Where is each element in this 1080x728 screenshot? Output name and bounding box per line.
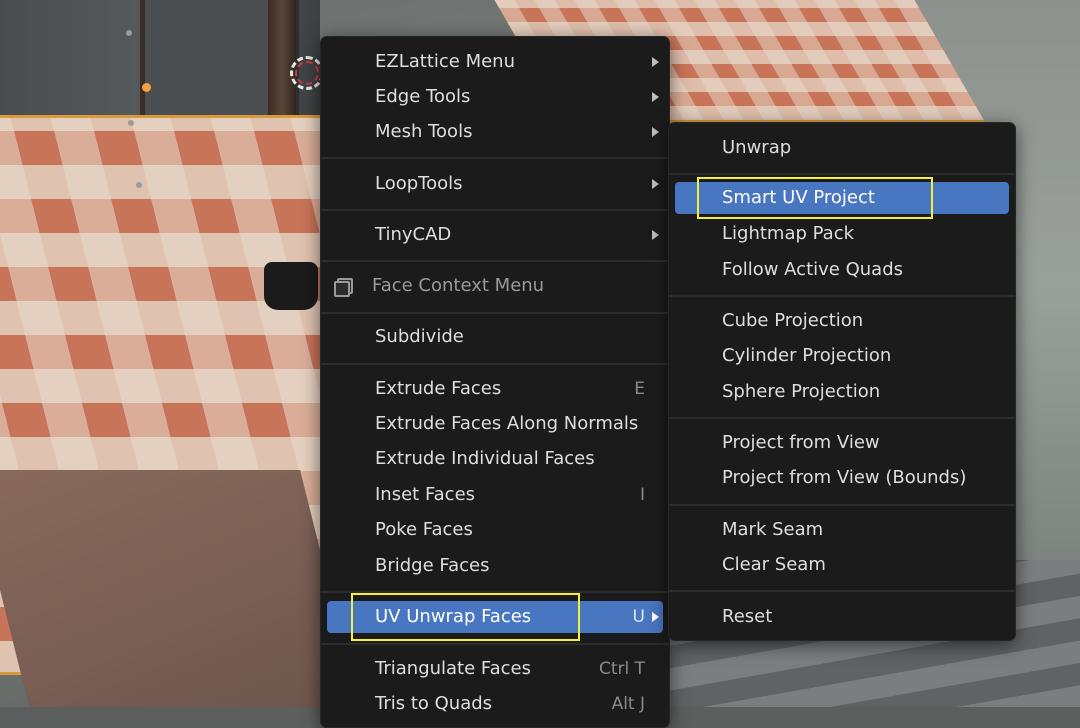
submenu-item-project-from-view-bounds[interactable]: Project from View (Bounds) <box>669 461 1015 495</box>
furniture-foot <box>264 262 318 310</box>
menu-item-label: Poke Faces <box>375 519 473 540</box>
menu-item-label: Sphere Projection <box>722 381 881 402</box>
menu-item-label: Cylinder Projection <box>722 345 892 366</box>
menu-separator <box>669 173 1015 175</box>
3d-cursor-icon <box>290 56 324 90</box>
menu-item-label: Extrude Faces <box>375 378 502 399</box>
menu-separator <box>321 312 669 314</box>
menu-item-label: Mark Seam <box>722 519 824 540</box>
submenu-arrow-icon <box>652 57 659 67</box>
menu-item-label: Extrude Individual Faces <box>375 448 595 469</box>
submenu-item-reset[interactable]: Reset <box>669 600 1015 634</box>
shortcut-hint: U <box>632 607 645 627</box>
menu-item-triangulate-faces[interactable]: Triangulate Faces Ctrl T <box>321 652 669 686</box>
menu-item-label: Project from View <box>722 432 880 453</box>
menu-item-label: Clear Seam <box>722 554 826 575</box>
menu-item-label: Unwrap <box>722 137 792 158</box>
menu-item-extrude-individual[interactable]: Extrude Individual Faces <box>321 442 669 476</box>
object-origin-dot <box>142 83 151 92</box>
menu-item-looptools[interactable]: LoopTools <box>321 167 669 201</box>
submenu-arrow-icon <box>652 92 659 102</box>
menu-item-label: Inset Faces <box>375 484 476 505</box>
submenu-arrow-icon <box>652 230 659 240</box>
submenu-item-unwrap[interactable]: Unwrap <box>669 131 1015 165</box>
menu-item-label: Reset <box>722 606 773 627</box>
submenu-item-cylinder-projection[interactable]: Cylinder Projection <box>669 339 1015 373</box>
vertex-dot <box>128 120 134 126</box>
menu-item-label: Triangulate Faces <box>375 658 531 679</box>
vertex-dot <box>126 30 132 36</box>
submenu-arrow-icon <box>652 179 659 189</box>
menu-item-inset-faces[interactable]: Inset Faces I <box>321 478 669 512</box>
menu-item-label: LoopTools <box>375 173 463 194</box>
menu-item-tris-to-quads[interactable]: Tris to Quads Alt J <box>321 687 669 721</box>
submenu-item-lightmap-pack[interactable]: Lightmap Pack <box>669 217 1015 251</box>
menu-separator <box>321 157 669 159</box>
menu-separator <box>669 295 1015 297</box>
menu-separator <box>669 417 1015 419</box>
face-context-icon <box>334 278 353 297</box>
menu-item-label: Project from View (Bounds) <box>722 467 967 488</box>
menu-item-edge-tools[interactable]: Edge Tools <box>321 80 669 114</box>
menu-separator <box>669 504 1015 506</box>
menu-item-label: Follow Active Quads <box>722 259 903 280</box>
menu-item-label: Extrude Faces Along Normals <box>375 413 639 434</box>
menu-item-label: Mesh Tools <box>375 121 473 142</box>
submenu-item-clear-seam[interactable]: Clear Seam <box>669 548 1015 582</box>
menu-separator <box>321 209 669 211</box>
menu-item-label: TinyCAD <box>375 224 452 245</box>
menu-item-extrude-faces[interactable]: Extrude Faces E <box>321 372 669 406</box>
shortcut-hint: Ctrl T <box>598 659 645 679</box>
menu-separator <box>321 363 669 365</box>
menu-item-bridge-faces[interactable]: Bridge Faces <box>321 549 669 583</box>
submenu-item-cube-projection[interactable]: Cube Projection <box>669 304 1015 338</box>
menu-item-subdivide[interactable]: Subdivide <box>321 320 669 354</box>
shortcut-hint: Alt J <box>611 694 645 714</box>
shortcut-hint: E <box>634 379 645 399</box>
menu-item-label: Cube Projection <box>722 310 864 331</box>
menu-item-label: Edge Tools <box>375 86 471 107</box>
vertex-dot <box>136 182 142 188</box>
menu-separator <box>321 643 669 645</box>
menu-item-label: Subdivide <box>375 326 464 347</box>
menu-header-label: Face Context Menu <box>372 275 545 296</box>
submenu-item-follow-active-quads[interactable]: Follow Active Quads <box>669 253 1015 287</box>
submenu-arrow-icon <box>652 127 659 137</box>
shortcut-hint: I <box>639 485 645 505</box>
submenu-item-sphere-projection[interactable]: Sphere Projection <box>669 375 1015 409</box>
submenu-arrow-icon <box>652 612 659 622</box>
menu-separator <box>321 260 669 262</box>
menu-item-mesh-tools[interactable]: Mesh Tools <box>321 115 669 149</box>
submenu-item-project-from-view[interactable]: Project from View <box>669 426 1015 460</box>
submenu-item-mark-seam[interactable]: Mark Seam <box>669 513 1015 547</box>
menu-item-ezlattice[interactable]: EZLattice Menu <box>321 45 669 79</box>
menu-separator <box>669 590 1015 592</box>
menu-item-poke-faces[interactable]: Poke Faces <box>321 513 669 547</box>
menu-item-label: Lightmap Pack <box>722 223 855 244</box>
menu-item-extrude-along-normals[interactable]: Extrude Faces Along Normals <box>321 407 669 441</box>
menu-item-label: Bridge Faces <box>375 555 490 576</box>
menu-item-tinycad[interactable]: TinyCAD <box>321 218 669 252</box>
menu-item-label: Tris to Quads <box>375 693 493 714</box>
menu-header-face-context: Face Context Menu <box>321 269 669 303</box>
menu-item-label: EZLattice Menu <box>375 51 515 72</box>
callout-smart-uv-project <box>697 177 933 219</box>
rug-side-edge <box>0 470 360 707</box>
callout-uv-unwrap-faces <box>351 593 580 641</box>
